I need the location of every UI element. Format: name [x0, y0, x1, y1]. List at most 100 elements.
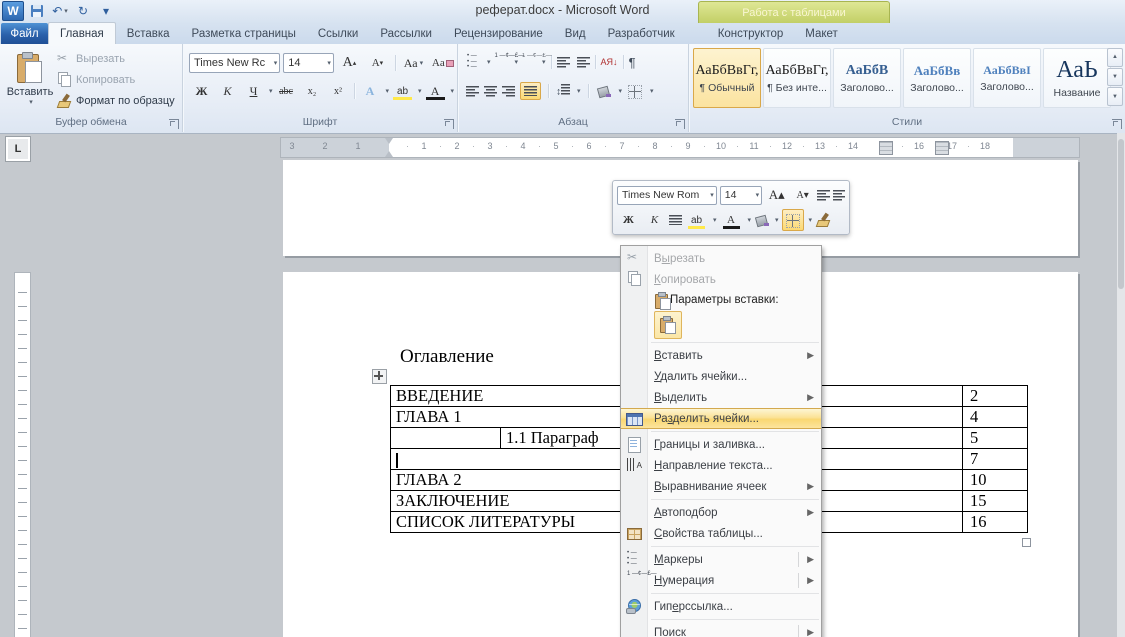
paste-dropdown-arrow[interactable]: ▾	[29, 98, 33, 106]
document-heading[interactable]: Оглавление	[400, 346, 494, 368]
scrollbar-thumb[interactable]	[1118, 139, 1124, 289]
justify-button[interactable]	[520, 82, 541, 101]
underline-button[interactable]: Ч	[241, 80, 266, 102]
menu-item-автоподбор[interactable]: Автоподбор▶	[621, 502, 821, 523]
font-color-dropdown[interactable]: ▾	[451, 87, 455, 95]
shrink-font-button[interactable]: A▾	[365, 52, 390, 74]
mini-highlight-button[interactable]: ab	[685, 210, 708, 231]
table-move-handle[interactable]	[372, 369, 387, 384]
ruler-table-column-marker[interactable]	[879, 141, 893, 155]
line-spacing-button[interactable]: ↕	[556, 84, 570, 98]
tab-вставка[interactable]: Вставка	[116, 23, 181, 44]
line-spacing-dropdown[interactable]: ▾	[577, 87, 581, 95]
tab-разметка-страницы[interactable]: Разметка страницы	[181, 23, 307, 44]
indent-markers[interactable]	[384, 138, 395, 157]
mini-shading-button[interactable]	[754, 212, 770, 228]
menu-item-гиперссылка[interactable]: Гиперссылка...	[621, 596, 821, 617]
menu-item-поиск[interactable]: Поиск▶	[621, 622, 821, 637]
ruler-table-column-marker[interactable]	[935, 141, 949, 155]
text-effects-button[interactable]: А	[358, 80, 383, 102]
menu-item-маркеры[interactable]: Маркеры▶	[621, 549, 821, 570]
subscript-button[interactable]: x₂	[300, 80, 325, 102]
shading-dropdown[interactable]: ▾	[619, 87, 623, 95]
tab-конструктор[interactable]: Конструктор	[707, 23, 795, 44]
superscript-button[interactable]: x²	[326, 80, 351, 102]
menu-item-границы-и-заливка[interactable]: Границы и заливка...	[621, 434, 821, 455]
menu-item-выравнивание-ячеек[interactable]: Выравнивание ячеек▶	[621, 476, 821, 497]
borders-button[interactable]	[627, 83, 643, 99]
mini-italic-button[interactable]: К	[643, 210, 666, 231]
menu-item-выделить[interactable]: Выделить▶	[621, 387, 821, 408]
table-resize-handle[interactable]	[1022, 538, 1031, 547]
menu-item-нумерация[interactable]: Нумерация▶	[621, 570, 821, 591]
show-marks-button[interactable]: ¶	[629, 55, 636, 70]
bold-button[interactable]: Ж	[189, 80, 214, 102]
menu-item-свойства-таблицы[interactable]: Свойства таблицы...	[621, 523, 821, 544]
mini-increase-indent-button[interactable]	[833, 190, 845, 201]
tab-file[interactable]: Файл	[1, 23, 48, 44]
decrease-indent-button[interactable]	[557, 57, 570, 68]
toc-cell-page[interactable]: 16	[963, 512, 1028, 533]
toc-cell-page[interactable]: 4	[963, 407, 1028, 428]
tab-рассылки[interactable]: Рассылки	[369, 23, 443, 44]
paste-option-keep-formatting-button[interactable]	[654, 311, 682, 339]
style-item-2[interactable]: АаБбВвГг,¶ Без инте...	[763, 48, 831, 108]
gallery-more-button[interactable]: ▼	[1107, 87, 1123, 106]
cut-button[interactable]: Вырезать	[56, 50, 175, 67]
tab-вид[interactable]: Вид	[554, 23, 597, 44]
increase-indent-button[interactable]	[577, 57, 590, 68]
toc-cell-page[interactable]: 2	[963, 386, 1028, 407]
style-item-5[interactable]: АаБбВвІЗаголово...	[973, 48, 1041, 108]
change-case-button[interactable]: Аа▾	[401, 52, 426, 74]
align-center-button[interactable]	[484, 86, 497, 97]
menu-item-копировать[interactable]: Копировать	[621, 269, 821, 290]
paste-button[interactable]: Вставить ▾	[7, 48, 53, 114]
tab-рецензирование[interactable]: Рецензирование	[443, 23, 554, 44]
highlight-button[interactable]: ab	[390, 80, 415, 102]
paragraph-dialog-launcher[interactable]	[675, 119, 685, 129]
style-item-6[interactable]: АаЬНазвание	[1043, 48, 1111, 108]
menu-item-направление-текста[interactable]: Направление текста...	[621, 455, 821, 476]
toc-cell-page[interactable]: 7	[963, 449, 1028, 470]
tab-главная[interactable]: Главная	[48, 22, 116, 44]
tab-ссылки[interactable]: Ссылки	[307, 23, 370, 44]
tab-макет[interactable]: Макет	[794, 23, 849, 44]
mini-shrink-font-button[interactable]: A▾	[791, 185, 814, 206]
copy-button[interactable]: Копировать	[56, 71, 175, 88]
underline-dropdown[interactable]: ▾	[269, 87, 273, 95]
bullets-dropdown[interactable]: ▾	[487, 58, 491, 66]
gallery-up-button[interactable]: ▲	[1107, 48, 1123, 67]
gallery-down-button[interactable]: ▼	[1107, 68, 1123, 87]
menu-item-разделить-ячейки[interactable]: Разделить ячейки...	[621, 408, 821, 429]
mini-justify-button[interactable]	[669, 215, 682, 226]
font-size-select[interactable]: 14▾	[283, 53, 334, 73]
format-painter-button[interactable]: Формат по образцу	[56, 92, 175, 109]
style-item-1[interactable]: АаБбВвГг,¶ Обычный	[693, 48, 761, 108]
mini-bold-button[interactable]: Ж	[617, 210, 640, 231]
mini-font-name-select[interactable]: Times New Rom▾	[617, 186, 717, 205]
italic-button[interactable]: К	[215, 80, 240, 102]
mini-font-size-select[interactable]: 14▾	[720, 186, 762, 205]
grow-font-button[interactable]: A▴	[337, 52, 362, 74]
mini-borders-button[interactable]	[782, 209, 804, 231]
menu-item-удалить-ячейки[interactable]: Удалить ячейки...	[621, 366, 821, 387]
strikethrough-button[interactable]: abc	[274, 80, 299, 102]
shading-button[interactable]	[596, 83, 612, 99]
toc-cell-page[interactable]: 10	[963, 470, 1028, 491]
style-item-3[interactable]: АаБбВЗаголово...	[833, 48, 901, 108]
borders-dropdown[interactable]: ▾	[650, 87, 654, 95]
bullets-button[interactable]	[466, 54, 482, 70]
horizontal-ruler[interactable]: 3211·2·3·4·5·6·7·8·9·10·11·12·13·14·16·1…	[280, 137, 1080, 158]
toc-subcell-empty[interactable]	[391, 428, 501, 449]
align-left-button[interactable]	[466, 86, 479, 97]
vertical-scrollbar[interactable]	[1117, 133, 1125, 637]
numbering-button[interactable]	[494, 54, 510, 70]
style-item-4[interactable]: АаБбВвЗаголово...	[903, 48, 971, 108]
text-effects-dropdown[interactable]: ▾	[386, 87, 390, 95]
highlight-dropdown[interactable]: ▾	[418, 87, 422, 95]
toc-cell-page[interactable]: 15	[963, 491, 1028, 512]
vertical-ruler[interactable]	[14, 272, 31, 637]
toc-cell-page[interactable]: 5	[963, 428, 1028, 449]
align-right-button[interactable]	[502, 86, 515, 97]
clipboard-dialog-launcher[interactable]	[169, 119, 179, 129]
